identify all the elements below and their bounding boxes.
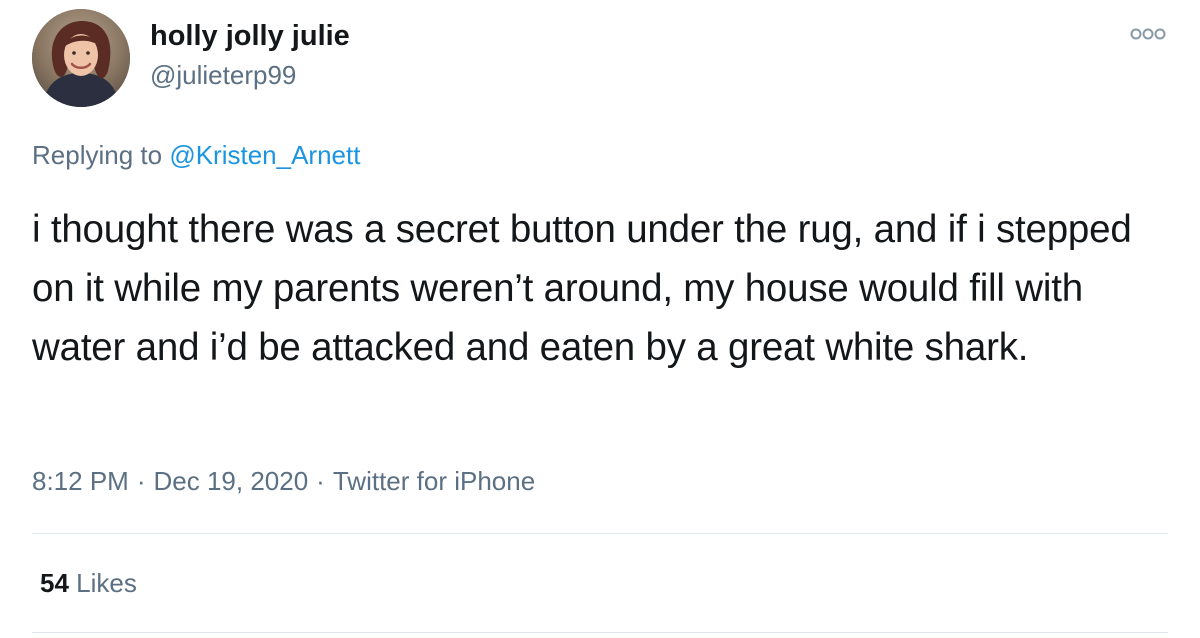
avatar[interactable] [32,9,130,107]
likes-count: 54 [40,568,69,598]
tweet-meta: 8:12 PM · Dec 19, 2020 · Twitter for iPhone [32,466,535,497]
tweet-time[interactable]: 8:12 PM [32,466,129,496]
display-name[interactable]: holly jolly julie [150,20,350,53]
meta-separator: · [136,466,146,496]
user-handle[interactable]: @julieterp99 [150,60,296,91]
replying-to: Replying to @Kristen_Arnett [32,140,360,171]
replying-to-label: Replying to [32,140,163,170]
likes-stat[interactable]: 54 Likes [40,568,137,599]
likes-label: Likes [76,568,137,598]
meta-separator: · [316,466,325,496]
tweet-source[interactable]: Twitter for iPhone [333,466,535,496]
divider [32,533,1168,534]
reply-mention-link[interactable]: @Kristen_Arnett [169,140,360,170]
more-options-icon[interactable] [1128,26,1168,42]
tweet-date[interactable]: Dec 19, 2020 [154,466,309,496]
tweet-text: i thought there was a secret button unde… [32,208,1132,369]
divider [32,632,1168,633]
profile-photo-icon [32,9,130,107]
tweet-card: holly jolly julie @julieterp99 Replying … [0,0,1200,638]
